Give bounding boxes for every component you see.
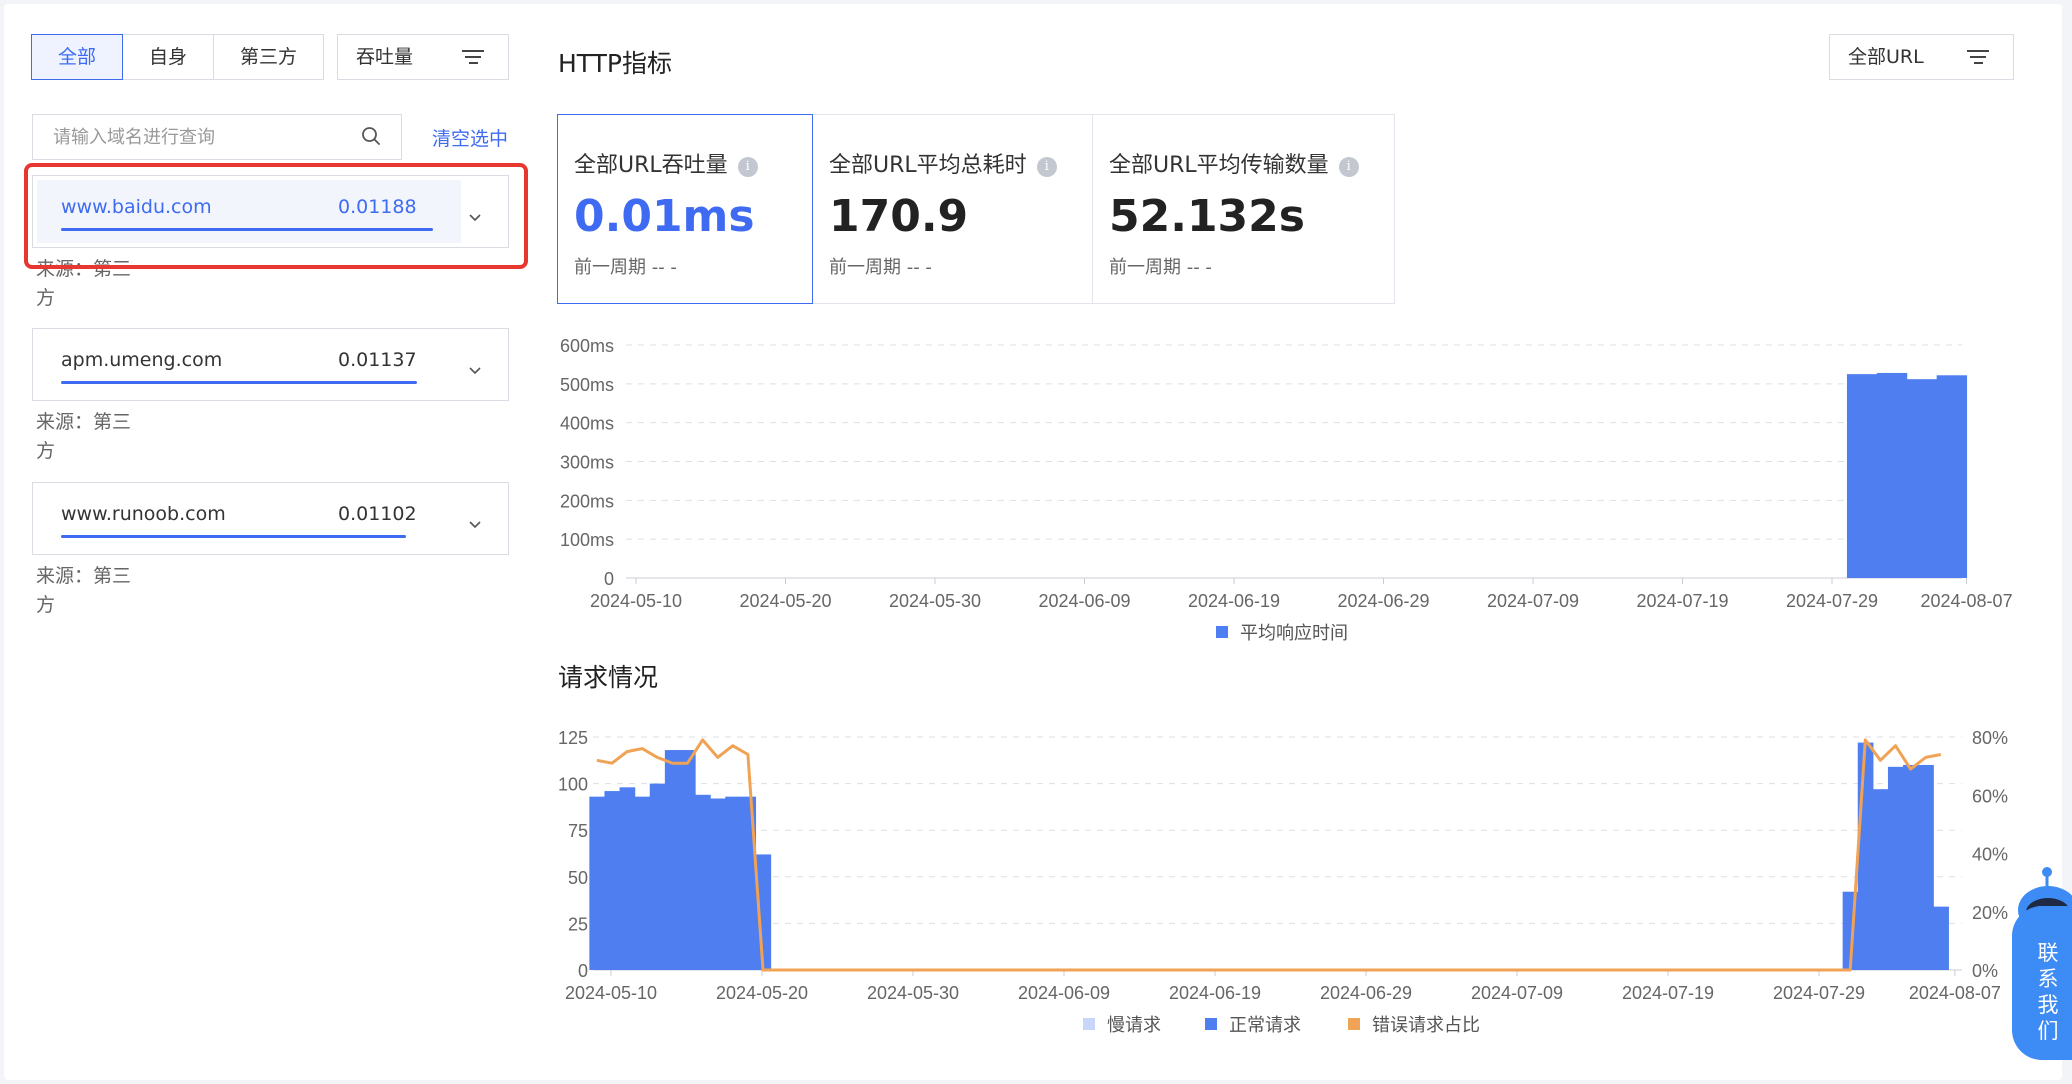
bar xyxy=(1918,764,1934,970)
y-right-tick-label: 20% xyxy=(1972,903,2008,923)
contact-label: 联系我们 xyxy=(2037,941,2059,1043)
x-tick-label: 2024-06-19 xyxy=(1169,983,1261,1003)
bar xyxy=(710,798,726,970)
y-right-tick-label: 0% xyxy=(1972,961,1998,981)
y-left-tick-label: 0 xyxy=(578,961,588,981)
y-left-tick-label: 100 xyxy=(558,775,588,795)
metric-previous: 前一周期 -- - xyxy=(574,257,677,278)
x-tick-label: 2024-07-09 xyxy=(1471,983,1563,1003)
contact-widget[interactable]: 联系我们 xyxy=(2012,866,2072,1060)
bar xyxy=(1933,906,1949,970)
bar xyxy=(695,794,711,970)
legend-error-swatch xyxy=(1348,1018,1360,1030)
metric-card-throughput[interactable]: 全部URL吞吐量 i 0.01ms 前一周期 -- - xyxy=(557,114,813,304)
x-tick-label: 2024-05-30 xyxy=(867,983,959,1003)
legend-slow-label: 慢请求 xyxy=(1107,1015,1161,1035)
metric-value: 0.01ms xyxy=(574,191,755,242)
legend-normal-swatch xyxy=(1205,1018,1217,1030)
bar xyxy=(664,750,681,970)
y-left-tick-label: 25 xyxy=(568,914,588,934)
bar xyxy=(679,750,696,970)
legend-error-label: 错误请求占比 xyxy=(1372,1015,1480,1035)
y-left-tick-label: 50 xyxy=(568,868,588,888)
bar xyxy=(1887,766,1904,970)
metric-label: 全部URL吞吐量 i xyxy=(574,147,758,179)
x-tick-label: 2024-05-20 xyxy=(716,983,808,1003)
bar xyxy=(619,787,636,970)
y-left-tick-label: 125 xyxy=(558,728,588,748)
y-left-tick-label: 75 xyxy=(568,821,588,841)
x-tick-label: 2024-06-09 xyxy=(1018,983,1110,1003)
x-tick-label: 2024-08-07 xyxy=(1909,983,2001,1003)
error-ratio-line xyxy=(596,738,1942,972)
tab-all[interactable]: 全部 xyxy=(31,34,124,80)
y-right-tick-label: 40% xyxy=(1972,845,2008,865)
bar xyxy=(725,796,741,970)
x-tick-label: 2024-07-19 xyxy=(1622,983,1714,1003)
bar xyxy=(1903,764,1919,970)
bar xyxy=(649,783,666,970)
x-tick-label: 2024-05-10 xyxy=(565,983,657,1003)
bar xyxy=(604,791,621,970)
legend-normal-label: 正常请求 xyxy=(1229,1015,1301,1035)
bar xyxy=(1857,742,1874,970)
request-status-chart: 0 25 50 75 100 125 0% 20% 40% 60% 80% 2024-05-10 202… xyxy=(558,728,2008,1035)
info-icon[interactable]: i xyxy=(737,157,758,177)
bar xyxy=(634,796,651,970)
y-right-tick-label: 60% xyxy=(1972,786,2008,806)
legend-slow-swatch xyxy=(1083,1018,1095,1030)
x-tick-label: 2024-06-29 xyxy=(1320,983,1412,1003)
y-right-tick-label: 80% xyxy=(1972,728,2008,748)
x-tick-label: 2024-07-29 xyxy=(1773,983,1865,1003)
bar xyxy=(1872,789,1889,970)
bar xyxy=(589,796,606,970)
